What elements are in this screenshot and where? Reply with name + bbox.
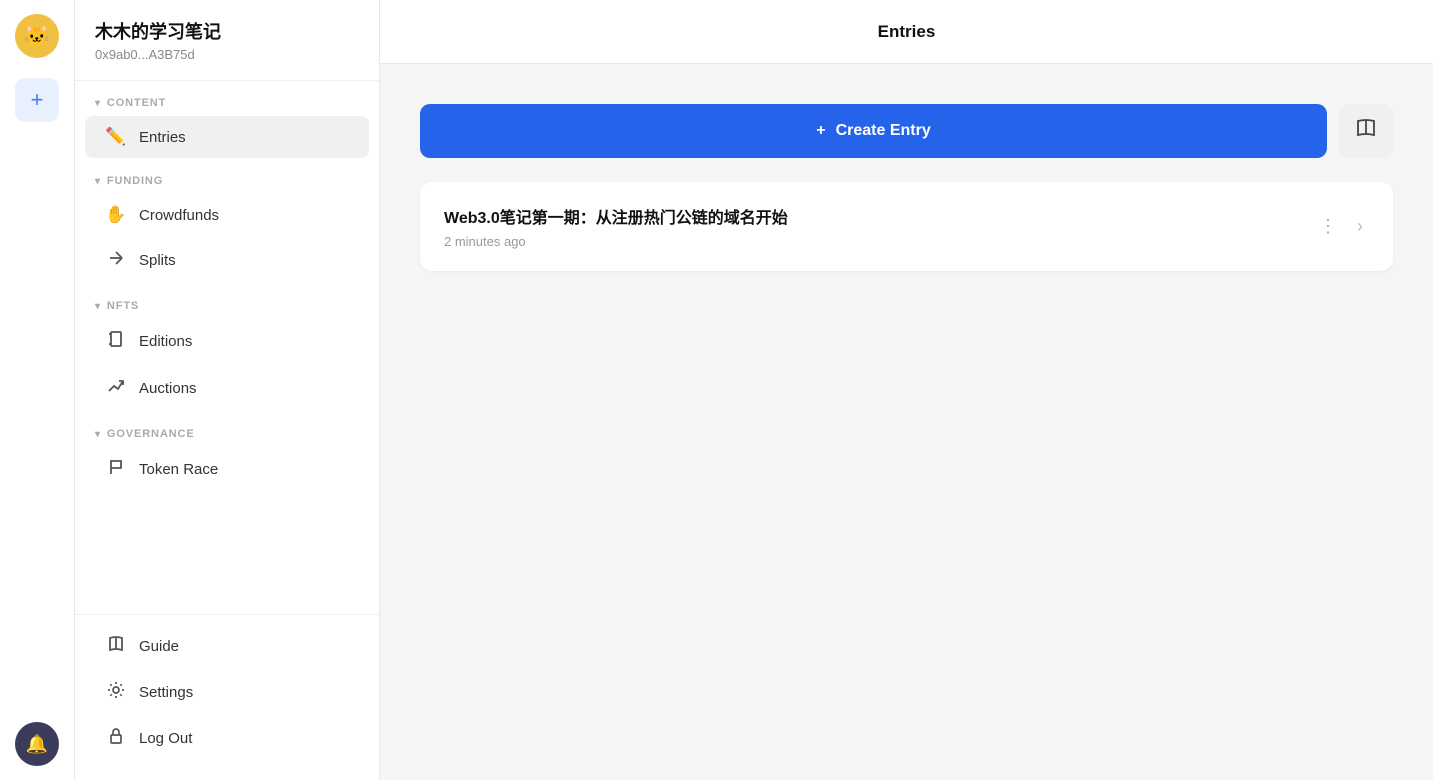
book-icon xyxy=(105,635,127,658)
pencil-icon: ✏️ xyxy=(105,127,127,147)
main-header: Entries xyxy=(380,0,1433,64)
section-label-governance: ▾ GOVERNANCE xyxy=(75,412,379,446)
main-content: Entries + Create Entry Web3.0笔记第一期：从注册热门… xyxy=(380,0,1433,780)
section-label-funding: ▾ FUNDING xyxy=(75,159,379,193)
entry-navigate-button[interactable]: › xyxy=(1351,212,1369,241)
editions-icon xyxy=(105,330,127,353)
plus-icon: + xyxy=(816,122,825,140)
avatar[interactable]: 🐱 xyxy=(15,14,59,58)
entry-time: 2 minutes ago xyxy=(444,234,1313,249)
user-name: 木木的学习笔记 xyxy=(95,18,359,44)
sidebar-item-splits[interactable]: Splits xyxy=(85,238,369,283)
split-icon xyxy=(105,249,127,272)
sidebar-item-settings[interactable]: Settings xyxy=(85,670,369,715)
hand-icon: ✋ xyxy=(105,205,127,225)
user-info: 木木的学习笔记 0x9ab0...A3B75d xyxy=(75,18,379,81)
chevron-down-icon: ▾ xyxy=(95,98,101,109)
main-body: + Create Entry Web3.0笔记第一期：从注册热门公链的域名开始 … xyxy=(380,64,1433,780)
entry-title: Web3.0笔记第一期：从注册热门公链的域名开始 xyxy=(444,204,1313,228)
chevron-down-icon: ▾ xyxy=(95,301,101,312)
sidebar-item-auctions[interactable]: Auctions xyxy=(85,366,369,411)
sidebar-item-editions[interactable]: Editions xyxy=(85,319,369,364)
bell-icon: 🔔 xyxy=(26,734,48,755)
create-entry-row: + Create Entry xyxy=(420,104,1393,158)
sidebar-item-guide[interactable]: Guide xyxy=(85,624,369,669)
create-entry-button[interactable]: + Create Entry xyxy=(420,104,1327,158)
bell-button[interactable]: 🔔 xyxy=(15,722,59,766)
auctions-icon xyxy=(105,377,127,400)
add-button[interactable]: + xyxy=(15,78,59,122)
icon-rail: 🐱 + 🔔 xyxy=(0,0,75,780)
ellipsis-icon: ⋮ xyxy=(1319,216,1337,237)
section-label-content: ▾ CONTENT xyxy=(75,81,379,115)
entry-card-content: Web3.0笔记第一期：从注册热门公链的域名开始 2 minutes ago xyxy=(444,204,1313,249)
lock-icon xyxy=(105,727,127,750)
entry-card: Web3.0笔记第一期：从注册热门公链的域名开始 2 minutes ago ⋮… xyxy=(420,182,1393,271)
sidebar-item-entries[interactable]: ✏️ Entries xyxy=(85,116,369,158)
sidebar-bottom: Guide Settings Log Out xyxy=(75,614,379,762)
book-view-button[interactable] xyxy=(1339,104,1393,158)
chevron-down-icon: ▾ xyxy=(95,176,101,187)
chevron-down-icon: ▾ xyxy=(95,429,101,440)
sidebar-item-logout[interactable]: Log Out xyxy=(85,716,369,761)
entry-more-button[interactable]: ⋮ xyxy=(1313,212,1343,241)
book-view-icon xyxy=(1355,117,1377,145)
entry-actions: ⋮ › xyxy=(1313,212,1369,241)
sidebar: 木木的学习笔记 0x9ab0...A3B75d ▾ CONTENT ✏️ Ent… xyxy=(75,0,380,780)
gear-icon xyxy=(105,681,127,704)
section-label-nfts: ▾ NFTS xyxy=(75,284,379,318)
page-title: Entries xyxy=(878,22,936,42)
chevron-right-icon: › xyxy=(1357,216,1363,237)
sidebar-item-crowdfunds[interactable]: ✋ Crowdfunds xyxy=(85,194,369,236)
user-address: 0x9ab0...A3B75d xyxy=(95,47,359,62)
sidebar-item-token-race[interactable]: Token Race xyxy=(85,447,369,492)
flag-icon xyxy=(105,458,127,481)
